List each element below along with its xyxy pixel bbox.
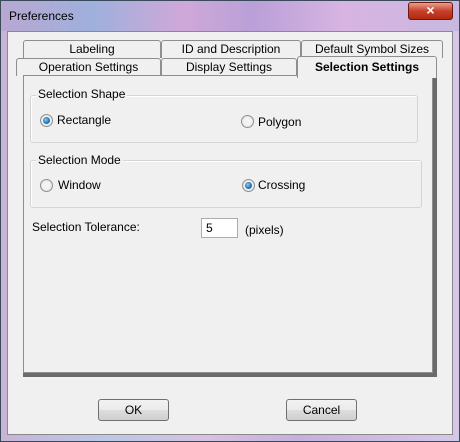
close-button[interactable]: × bbox=[408, 2, 453, 20]
tab-operation-settings[interactable]: Operation Settings bbox=[16, 58, 161, 76]
selection-tolerance-label: Selection Tolerance: bbox=[32, 220, 140, 234]
tab-label: Display Settings bbox=[185, 60, 273, 74]
selection-shape-label: Selection Shape bbox=[36, 87, 128, 101]
tab-id-and-description[interactable]: ID and Description bbox=[161, 40, 301, 58]
ok-button[interactable]: OK bbox=[98, 399, 169, 421]
tab-label: ID and Description bbox=[181, 42, 281, 56]
window-radio[interactable] bbox=[40, 179, 53, 192]
tab-label: Selection Settings bbox=[314, 60, 420, 74]
close-icon: × bbox=[426, 2, 435, 18]
tab-selection-settings[interactable]: Selection Settings bbox=[297, 56, 437, 78]
rectangle-radio[interactable] bbox=[40, 114, 53, 127]
selection-mode-label: Selection Mode bbox=[36, 153, 123, 167]
tolerance-unit-label: (pixels) bbox=[245, 223, 284, 237]
crossing-label: Crossing bbox=[258, 178, 306, 192]
polygon-label: Polygon bbox=[258, 115, 302, 129]
crossing-radio[interactable] bbox=[242, 179, 255, 192]
polygon-radio[interactable] bbox=[241, 115, 254, 128]
selection-tolerance-input[interactable] bbox=[201, 218, 238, 238]
cancel-button[interactable]: Cancel bbox=[286, 399, 357, 421]
tab-label: Labeling bbox=[69, 42, 115, 56]
tab-display-settings[interactable]: Display Settings bbox=[161, 58, 297, 76]
tab-label: Operation Settings bbox=[38, 60, 139, 74]
window-title: Preferences bbox=[9, 9, 74, 23]
tab-label: Default Symbol Sizes bbox=[314, 42, 430, 56]
preferences-window: Preferences × Labeling ID and Descriptio… bbox=[0, 0, 460, 442]
window-label: Window bbox=[58, 178, 101, 192]
ok-button-label: OK bbox=[124, 403, 143, 417]
tab-labeling[interactable]: Labeling bbox=[23, 40, 161, 58]
title-bar[interactable]: Preferences × bbox=[1, 1, 459, 31]
selection-settings-page: Selection Shape Rectangle Polygon Select… bbox=[23, 75, 433, 373]
cancel-button-label: Cancel bbox=[302, 403, 341, 417]
rectangle-label: Rectangle bbox=[57, 113, 112, 127]
